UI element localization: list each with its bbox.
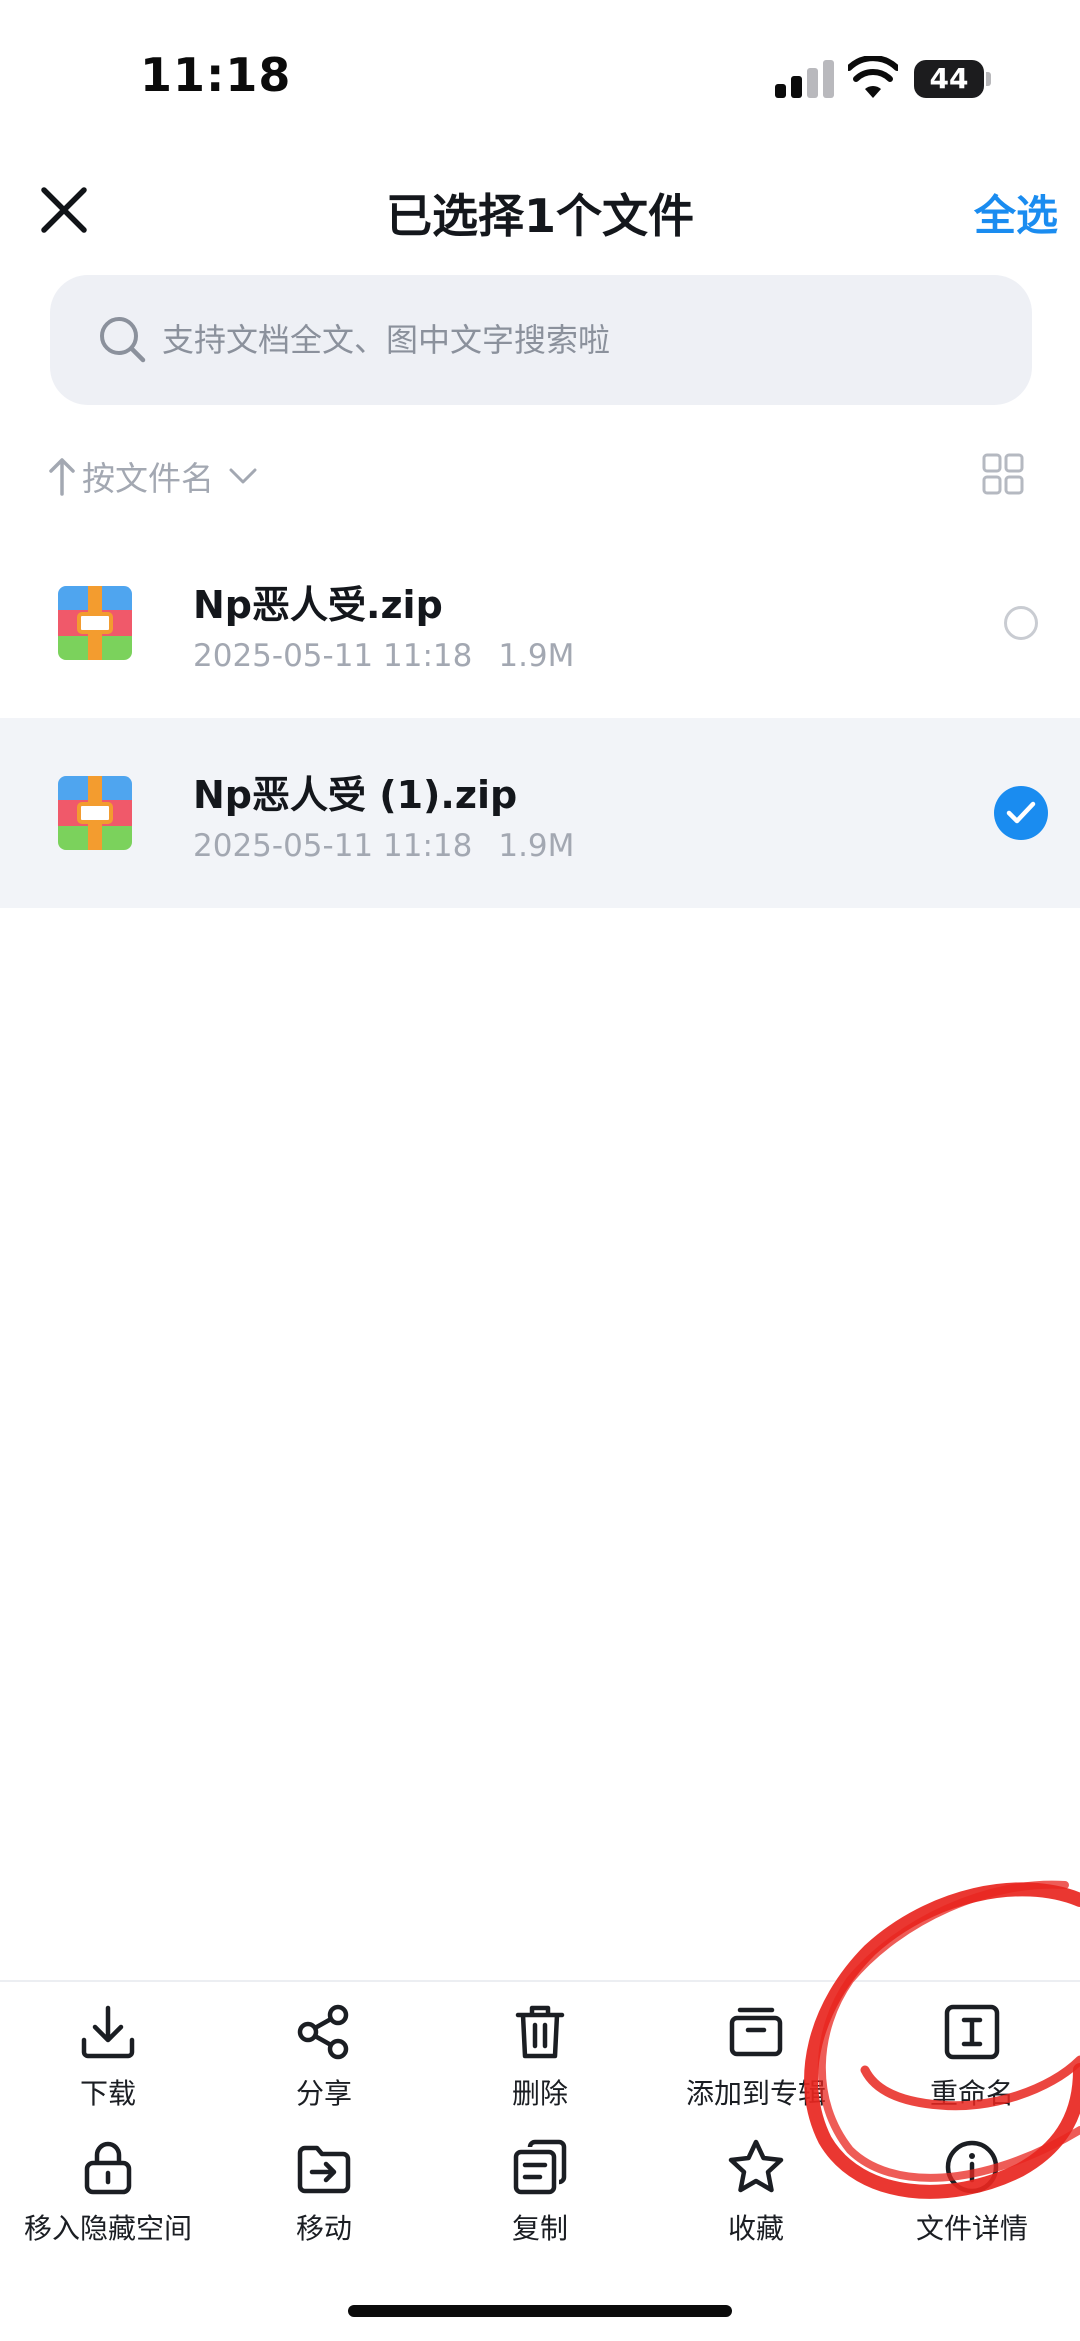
select-all-button[interactable]: 全选	[974, 182, 1058, 243]
file-name: Np恶人受.zip	[193, 583, 443, 627]
move-icon	[297, 2145, 351, 2194]
download-button[interactable]: 下载	[0, 2002, 216, 2112]
cellular-signal-icon	[775, 60, 835, 98]
file-list: Np恶人受.zip 2025-05-11 11:18 1.9M Np恶人受 (1)…	[0, 528, 1080, 908]
search-bar[interactable]	[50, 275, 1032, 405]
copy-button[interactable]: 复制	[432, 2137, 648, 2247]
status-bar: 11:18 44	[0, 0, 1080, 150]
lock-icon	[84, 2141, 132, 2195]
album-icon	[729, 2007, 783, 2057]
battery-icon: 44	[914, 60, 991, 98]
action-label: 收藏	[727, 2212, 784, 2245]
page-title: 已选择1个文件	[385, 189, 694, 243]
file-select-checkbox[interactable]	[994, 786, 1048, 840]
sort-selector[interactable]: 按文件名	[48, 448, 258, 504]
sort-ascending-icon	[49, 458, 75, 496]
rename-icon	[944, 2004, 1000, 2060]
action-label: 添加到专辑	[685, 2077, 826, 2110]
file-name: Np恶人受 (1).zip	[193, 773, 518, 817]
status-time: 11:18	[140, 48, 292, 102]
home-indicator	[348, 2305, 732, 2317]
file-select-radio[interactable]	[1004, 606, 1038, 640]
info-icon	[945, 2140, 999, 2194]
action-label: 下载	[79, 2077, 136, 2110]
file-date: 2025-05-11 11:18	[193, 638, 473, 674]
file-date: 2025-05-11 11:18	[193, 828, 473, 864]
search-input[interactable]	[162, 275, 982, 405]
move-button[interactable]: 移动	[216, 2137, 432, 2247]
action-label: 重命名	[929, 2077, 1014, 2110]
file-size: 1.9M	[498, 828, 575, 864]
file-meta: 2025-05-11 11:18 1.9M	[193, 638, 574, 674]
trash-icon	[515, 2005, 565, 2059]
star-icon	[728, 2139, 784, 2193]
download-icon	[81, 2005, 135, 2059]
rename-button[interactable]: 重命名	[864, 2002, 1080, 2112]
zip-file-icon	[58, 586, 132, 660]
action-label: 删除	[511, 2077, 568, 2110]
file-row[interactable]: Np恶人受.zip 2025-05-11 11:18 1.9M	[0, 528, 1080, 718]
favorite-button[interactable]: 收藏	[648, 2137, 864, 2247]
share-icon	[297, 2004, 349, 2060]
file-row[interactable]: Np恶人受 (1).zip 2025-05-11 11:18 1.9M	[0, 718, 1080, 908]
action-label: 移动	[295, 2212, 352, 2245]
grid-view-icon[interactable]	[982, 453, 1024, 495]
file-size: 1.9M	[498, 638, 575, 674]
copy-icon	[513, 2139, 567, 2195]
chevron-down-icon	[229, 468, 257, 484]
battery-level: 44	[929, 62, 969, 95]
action-label: 文件详情	[915, 2212, 1028, 2245]
sort-label: 按文件名	[82, 459, 214, 498]
delete-button[interactable]: 删除	[432, 2002, 648, 2112]
selection-header: 已选择1个文件 全选	[0, 160, 1080, 260]
action-label: 复制	[511, 2212, 568, 2245]
wifi-icon	[848, 56, 898, 98]
search-icon	[100, 317, 146, 363]
file-details-button[interactable]: 文件详情	[864, 2137, 1080, 2247]
file-meta: 2025-05-11 11:18 1.9M	[193, 828, 574, 864]
checkmark-icon	[1006, 801, 1036, 824]
move-to-hidden-space-button[interactable]: 移入隐藏空间	[0, 2137, 216, 2247]
action-label: 分享	[295, 2077, 352, 2110]
add-to-album-button[interactable]: 添加到专辑	[648, 2002, 864, 2112]
zip-file-icon	[58, 776, 132, 850]
share-button[interactable]: 分享	[216, 2002, 432, 2112]
action-bar: 下载 分享 删除 添加到专辑 重命名 移入隐藏空间 移动 复制 收藏 文件详情	[0, 1980, 1080, 2270]
action-label: 移入隐藏空间	[23, 2212, 192, 2245]
